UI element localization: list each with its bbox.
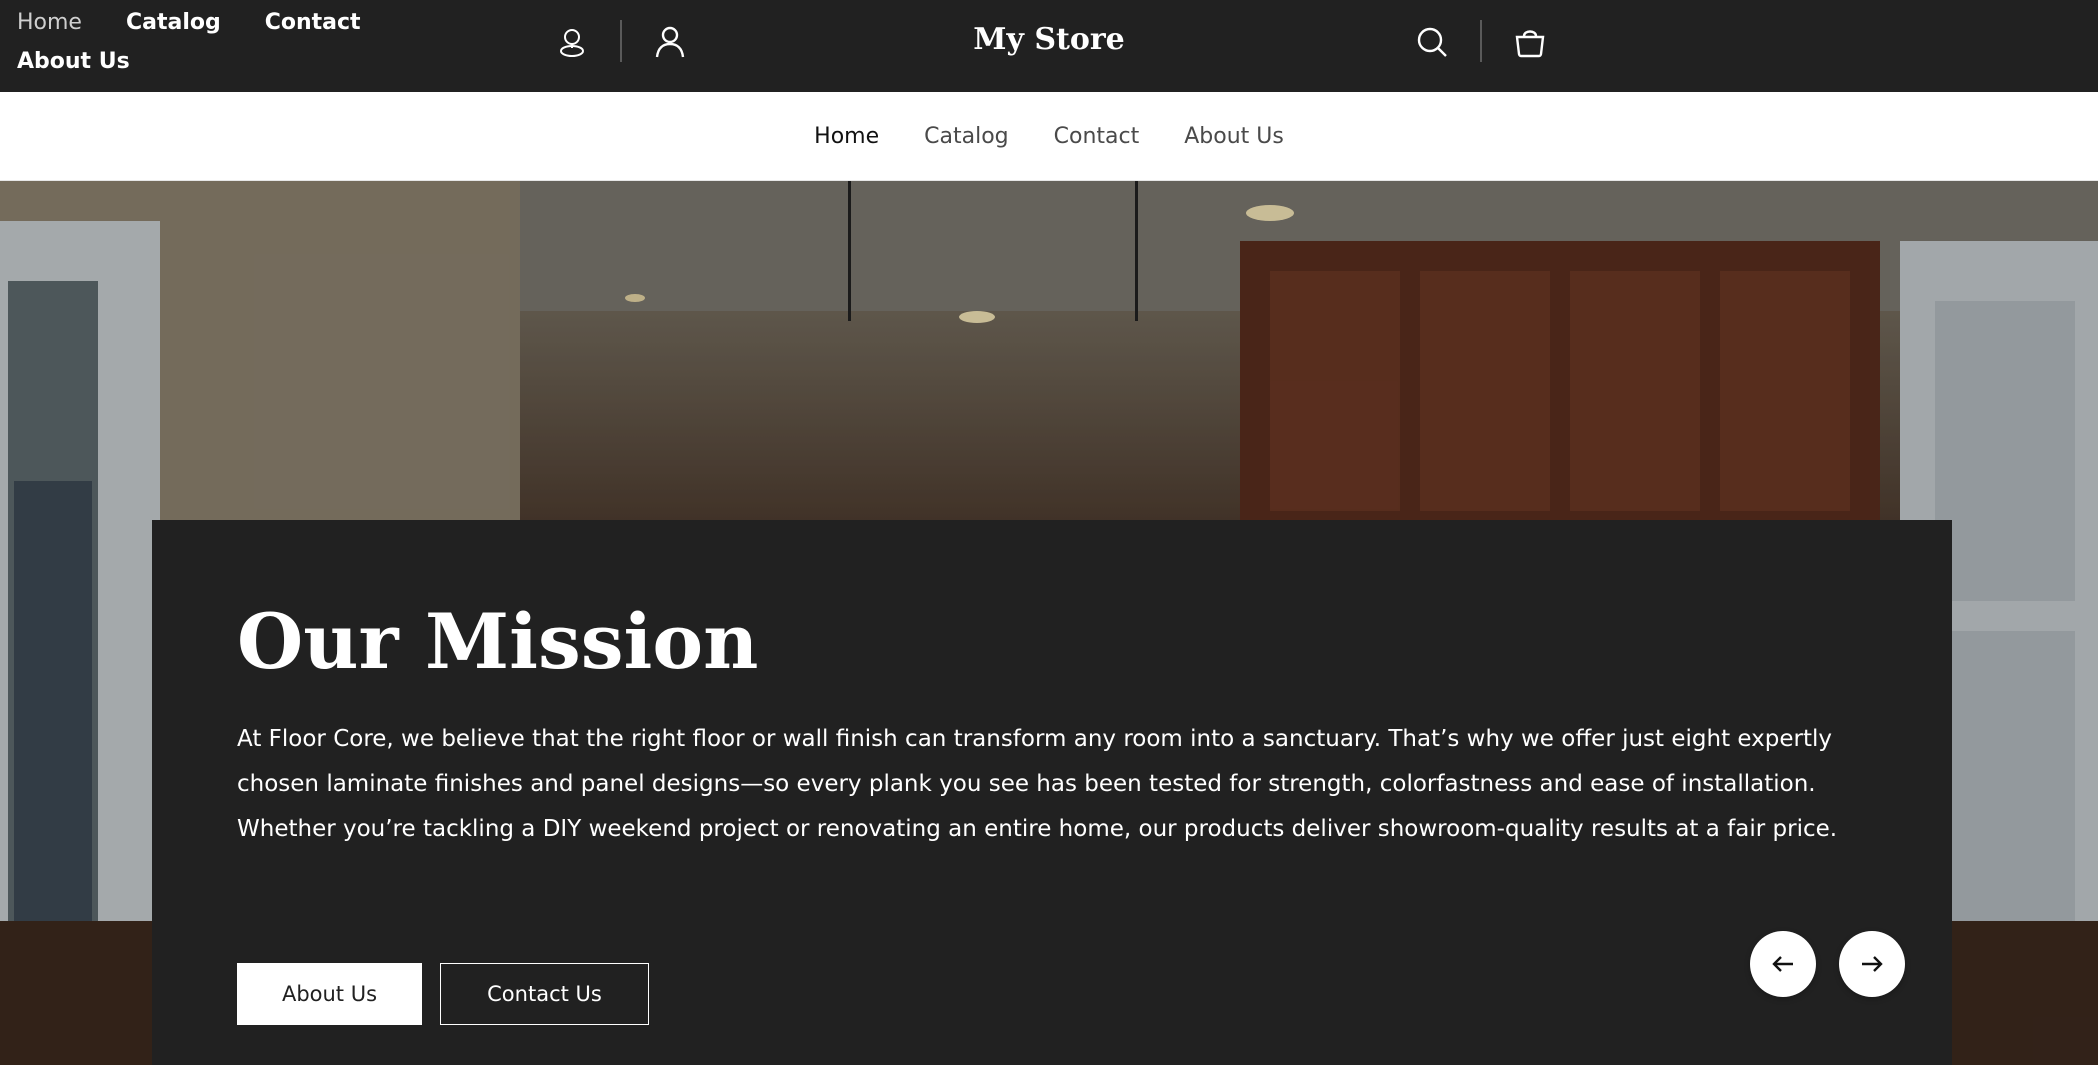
nav-home[interactable]: Home [814, 124, 879, 149]
top-nav-about-us[interactable]: About Us [17, 45, 130, 78]
search-icon[interactable] [1412, 20, 1452, 64]
nav-catalog[interactable]: Catalog [924, 124, 1009, 149]
shopping-bag-icon[interactable] [1510, 20, 1550, 64]
mission-body: At Floor Core, we believe that the right… [237, 726, 1838, 842]
arrow-right-icon [1862, 956, 1883, 972]
header-divider-2 [1480, 20, 1482, 62]
secondary-nav: Home Catalog Contact About Us [0, 92, 2098, 181]
mission-buttons: About Us Contact Us [237, 963, 649, 1025]
top-header: Home Catalog Contact About Us My Store [0, 0, 2098, 92]
header-divider [620, 20, 622, 62]
prev-slide-button[interactable] [1750, 931, 1816, 997]
account-icon[interactable] [650, 20, 690, 64]
contact-us-button[interactable]: Contact Us [440, 963, 649, 1025]
next-slide-button[interactable] [1839, 931, 1905, 997]
about-us-button[interactable]: About Us [237, 963, 422, 1025]
mission-card: Our Mission At Floor Core, we believe th… [152, 520, 1952, 1065]
top-nav: Home Catalog Contact About Us [17, 6, 397, 78]
mission-title: Our Mission [237, 597, 759, 686]
top-nav-contact[interactable]: Contact [265, 6, 361, 39]
nav-about-us[interactable]: About Us [1184, 124, 1284, 149]
top-nav-home[interactable]: Home [17, 6, 82, 39]
arrow-left-icon [1772, 956, 1793, 972]
location-pin-icon[interactable] [552, 20, 592, 64]
top-nav-catalog[interactable]: Catalog [126, 6, 221, 39]
hero-slideshow: Our Mission At Floor Core, we believe th… [0, 181, 2098, 1065]
nav-contact[interactable]: Contact [1054, 124, 1140, 149]
